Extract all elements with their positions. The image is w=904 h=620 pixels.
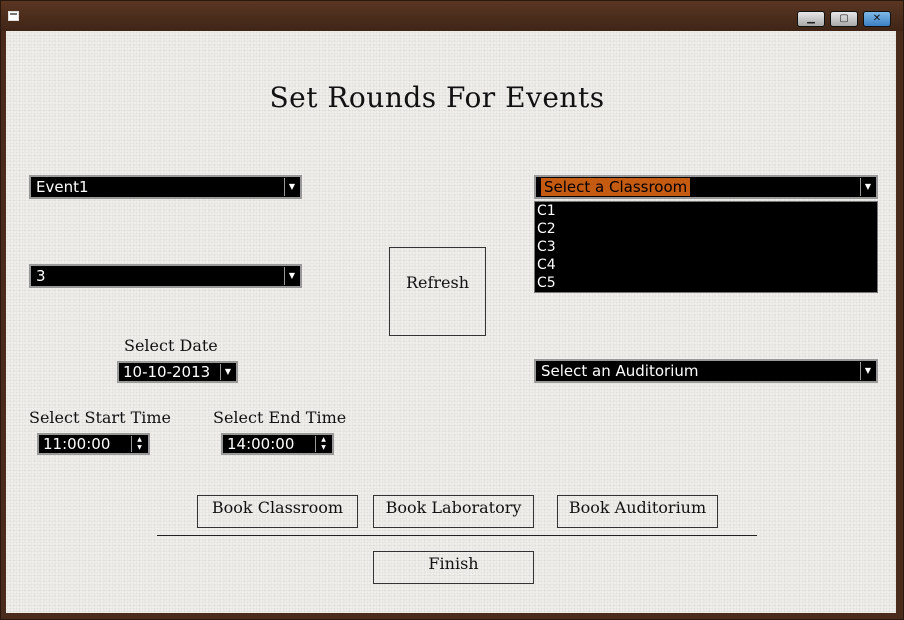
app-window: ▁ ▢ ✕ Set Rounds For Events Event1 ▼ 3 ▼… <box>0 0 904 620</box>
date-picker[interactable]: 10-10-2013 ▼ <box>117 361 238 383</box>
event-select-value: Event1 <box>36 178 89 196</box>
list-item[interactable]: C3 <box>537 238 877 256</box>
spin-down-icon[interactable]: ▼ <box>132 444 147 452</box>
start-time-value: 11:00:00 <box>43 435 111 453</box>
divider <box>157 535 757 536</box>
spin-up-icon[interactable]: ▲ <box>316 436 331 444</box>
event-select[interactable]: Event1 ▼ <box>29 175 302 199</box>
list-item[interactable]: C2 <box>537 220 877 238</box>
book-laboratory-button[interactable]: Book Laboratory <box>373 495 534 528</box>
chevron-down-icon[interactable]: ▼ <box>860 362 875 380</box>
time-spinner[interactable]: ▲ ▼ <box>131 436 147 452</box>
classroom-select[interactable]: Select a Classroom ▼ <box>534 175 878 199</box>
round-select-value: 3 <box>36 267 46 285</box>
list-item[interactable]: C4 <box>537 256 877 274</box>
time-spinner[interactable]: ▲ ▼ <box>315 436 331 452</box>
date-picker-value: 10-10-2013 <box>123 363 211 381</box>
close-button[interactable]: ✕ <box>863 11 891 27</box>
minimize-button[interactable]: ▁ <box>797 11 825 27</box>
date-label: Select Date <box>124 336 218 355</box>
list-item[interactable]: C5 <box>537 274 877 292</box>
auditorium-select-value: Select an Auditorium <box>541 362 699 380</box>
book-auditorium-button[interactable]: Book Auditorium <box>557 495 718 528</box>
refresh-button[interactable]: Refresh <box>389 247 486 336</box>
chevron-down-icon[interactable]: ▼ <box>284 178 299 196</box>
start-time-picker[interactable]: 11:00:00 ▲ ▼ <box>37 433 150 455</box>
auditorium-select[interactable]: Select an Auditorium ▼ <box>534 359 878 383</box>
chevron-down-icon[interactable]: ▼ <box>220 364 235 380</box>
chevron-down-icon[interactable]: ▼ <box>284 267 299 285</box>
end-time-label: Select End Time <box>213 408 347 427</box>
app-icon <box>8 11 19 21</box>
title-bar[interactable]: ▁ ▢ ✕ <box>1 1 903 31</box>
classroom-list[interactable]: C1 C2 C3 C4 C5 <box>534 201 878 293</box>
book-classroom-button[interactable]: Book Classroom <box>197 495 358 528</box>
end-time-value: 14:00:00 <box>227 435 295 453</box>
list-item[interactable]: C1 <box>537 202 877 220</box>
maximize-button[interactable]: ▢ <box>830 11 858 27</box>
round-select[interactable]: 3 ▼ <box>29 264 302 288</box>
finish-button[interactable]: Finish <box>373 551 534 584</box>
chevron-down-icon[interactable]: ▼ <box>860 178 875 196</box>
spin-down-icon[interactable]: ▼ <box>316 444 331 452</box>
form-client-area: Set Rounds For Events Event1 ▼ 3 ▼ Refre… <box>6 31 896 613</box>
spin-up-icon[interactable]: ▲ <box>132 436 147 444</box>
page-title: Set Rounds For Events <box>269 81 605 114</box>
start-time-label: Select Start Time <box>29 408 172 427</box>
end-time-picker[interactable]: 14:00:00 ▲ ▼ <box>221 433 334 455</box>
classroom-select-value: Select a Classroom <box>541 178 691 196</box>
